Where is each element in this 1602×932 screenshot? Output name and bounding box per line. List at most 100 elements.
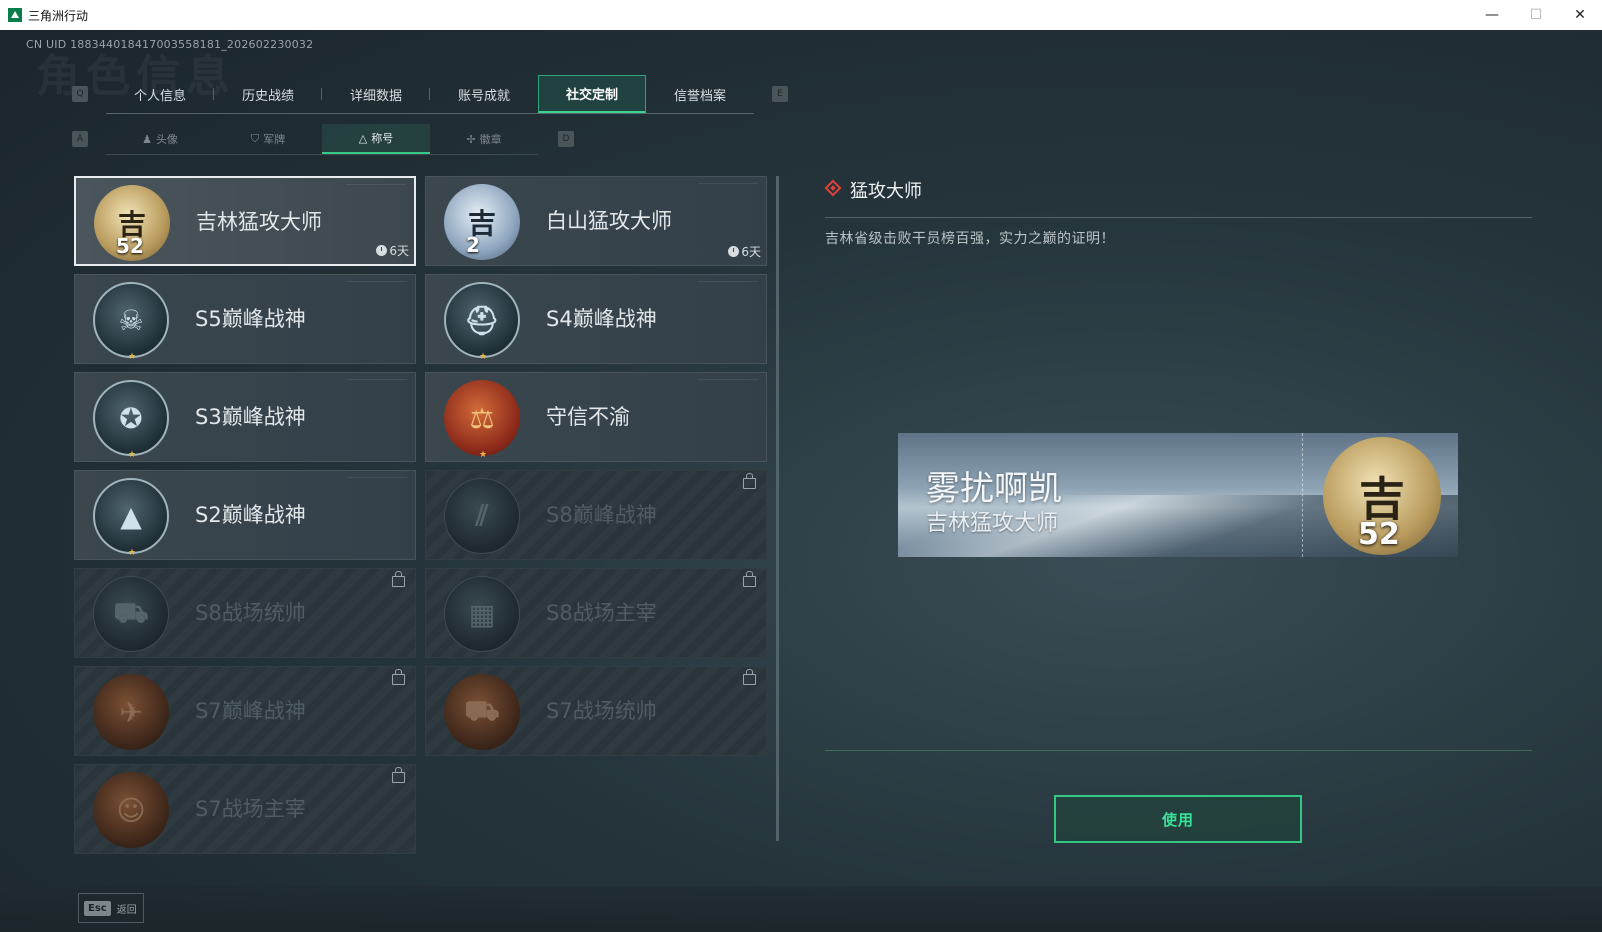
maximize-button[interactable]: ☐ — [1514, 0, 1558, 30]
subtab-badge[interactable]: ✢ 徽章 — [430, 124, 538, 154]
window-titlebar: 三角洲行动 — ☐ ✕ — [0, 0, 1602, 30]
key-hint-e[interactable]: E — [772, 86, 788, 102]
title-emblem-icon: ☠ — [93, 282, 169, 358]
card-decoration — [698, 183, 758, 188]
title-name: S8战场统帅 — [195, 601, 306, 625]
lock-icon — [743, 473, 756, 489]
title-emblem-icon: ✪ — [93, 380, 169, 456]
title-card[interactable]: ⛑ ★ S4巅峰战神 — [425, 274, 767, 364]
title-emblem-icon: 吉 — [444, 184, 520, 260]
main-tabs: 个人信息 历史战绩 详细数据 账号成就 社交定制 信誉档案 — [106, 75, 754, 114]
detail-title: 猛攻大师 — [850, 181, 922, 202]
back-label: 返回 — [116, 904, 137, 916]
title-card[interactable]: ⚖ ★ 守信不渝 — [425, 372, 767, 462]
title-name: S4巅峰战神 — [546, 307, 657, 331]
star-icon: ★ — [128, 352, 137, 362]
emblem-rank: 2 — [466, 233, 480, 257]
title-card-locked[interactable]: ⛟ S7战场统帅 — [425, 666, 767, 756]
title-name: S8巅峰战神 — [546, 503, 657, 527]
card-decoration — [346, 184, 406, 189]
lock-icon — [392, 767, 405, 783]
diamond-icon — [824, 179, 842, 197]
use-button[interactable]: 使用 — [1054, 795, 1302, 843]
title-name: S8战场主宰 — [546, 601, 657, 625]
window-controls: — ☐ ✕ — [1470, 0, 1602, 30]
card-decoration — [698, 379, 758, 384]
tab-achievements[interactable]: 账号成就 — [430, 75, 538, 113]
close-button[interactable]: ✕ — [1558, 0, 1602, 30]
esc-key-hint: Esc — [84, 900, 111, 916]
key-hint-a[interactable]: A — [72, 131, 88, 147]
divider — [825, 217, 1532, 218]
lock-icon — [392, 669, 405, 685]
subtab-dogtag[interactable]: ⛉ 军牌 — [214, 124, 322, 154]
title-card[interactable]: ☠ ★ S5巅峰战神 — [74, 274, 416, 364]
badge-icon: ✢ — [466, 132, 476, 146]
title-emblem-icon: ⫽ — [444, 478, 520, 554]
title-emblem-icon: ▲ — [93, 478, 169, 554]
tab-reputation[interactable]: 信誉档案 — [646, 75, 754, 113]
key-hint-d[interactable]: D — [558, 131, 574, 147]
subtab-dogtag-label: 军牌 — [263, 133, 286, 146]
tab-history[interactable]: 历史战绩 — [214, 75, 322, 113]
key-hint-q[interactable]: Q — [72, 86, 88, 102]
timer-label: 6天 — [741, 245, 761, 259]
minimize-button[interactable]: — — [1470, 0, 1514, 30]
card-decoration — [347, 281, 407, 286]
title-name: S2巅峰战神 — [195, 503, 306, 527]
star-icon: ★ — [128, 450, 137, 460]
title-card-locked[interactable]: ⛟ S8战场统帅 — [74, 568, 416, 658]
title-emblem-icon: ▦ — [444, 576, 520, 652]
clock-icon — [728, 246, 740, 257]
app-logo-icon — [8, 8, 22, 22]
title-emblem-icon: ⛟ — [93, 576, 169, 652]
title-emblem-icon: ⚖ — [444, 380, 520, 456]
star-icon: ★ — [479, 352, 488, 362]
back-button[interactable]: Esc 返回 — [78, 893, 144, 923]
divider — [825, 750, 1532, 751]
window-title: 三角洲行动 — [28, 8, 89, 23]
tab-detailed-data[interactable]: 详细数据 — [322, 75, 430, 113]
title-timer: 6天 — [376, 242, 409, 259]
title-icon: △ — [358, 131, 368, 145]
title-card[interactable]: ✪ ★ S3巅峰战神 — [74, 372, 416, 462]
title-card-locked[interactable]: ▦ S8战场主宰 — [425, 568, 767, 658]
tab-social-custom[interactable]: 社交定制 — [538, 75, 646, 113]
person-icon: ♟ — [142, 132, 152, 146]
title-name: S5巅峰战神 — [195, 307, 306, 331]
nameplate-rank: 52 — [1358, 517, 1400, 552]
title-name: 吉林猛攻大师 — [196, 210, 322, 234]
star-icon: ★ — [128, 548, 137, 558]
title-name: S7战场统帅 — [546, 699, 657, 723]
subtab-title-label: 称号 — [371, 132, 394, 145]
title-timer: 6天 — [728, 243, 761, 260]
nameplate-preview: 雾扰啊凯 吉林猛攻大师 吉 52 — [898, 433, 1458, 557]
nameplate-divider — [1302, 433, 1304, 557]
title-card-locked[interactable]: ☺ S7战场主宰 — [74, 764, 416, 854]
title-grid: 吉 52 吉林猛攻大师 6天 吉 2 白山猛攻大师 6天 ☠ ★ S5巅峰战神 … — [74, 176, 768, 854]
subtab-title[interactable]: △ 称号 — [322, 124, 430, 154]
lock-icon — [743, 669, 756, 685]
nameplate-player-name: 雾扰啊凯 — [926, 469, 1062, 509]
timer-label: 6天 — [389, 244, 409, 258]
subtab-avatar-label: 头像 — [155, 133, 178, 146]
star-icon: ★ — [479, 450, 488, 460]
title-name: S3巅峰战神 — [195, 405, 306, 429]
tab-personal-info[interactable]: 个人信息 — [106, 75, 214, 113]
dogtag-icon: ⛉ — [250, 132, 260, 145]
title-card-locked[interactable]: ✈ S7巅峰战神 — [74, 666, 416, 756]
lock-icon — [392, 571, 405, 587]
title-card[interactable]: ▲ ★ S2巅峰战神 — [74, 470, 416, 560]
title-card[interactable]: 吉 52 吉林猛攻大师 6天 — [74, 176, 416, 266]
title-emblem-icon: ⛟ — [444, 674, 520, 750]
footer-bar — [0, 886, 1602, 932]
title-card[interactable]: 吉 2 白山猛攻大师 6天 — [425, 176, 767, 266]
list-scrollbar[interactable] — [776, 176, 779, 841]
title-emblem-icon: ⛑ — [444, 282, 520, 358]
title-name: 白山猛攻大师 — [546, 209, 672, 233]
subtab-badge-label: 徽章 — [479, 133, 502, 146]
title-card-locked[interactable]: ⫽ S8巅峰战神 — [425, 470, 767, 560]
lock-icon — [743, 571, 756, 587]
subtab-avatar[interactable]: ♟ 头像 — [106, 124, 214, 154]
clock-icon — [376, 245, 388, 256]
